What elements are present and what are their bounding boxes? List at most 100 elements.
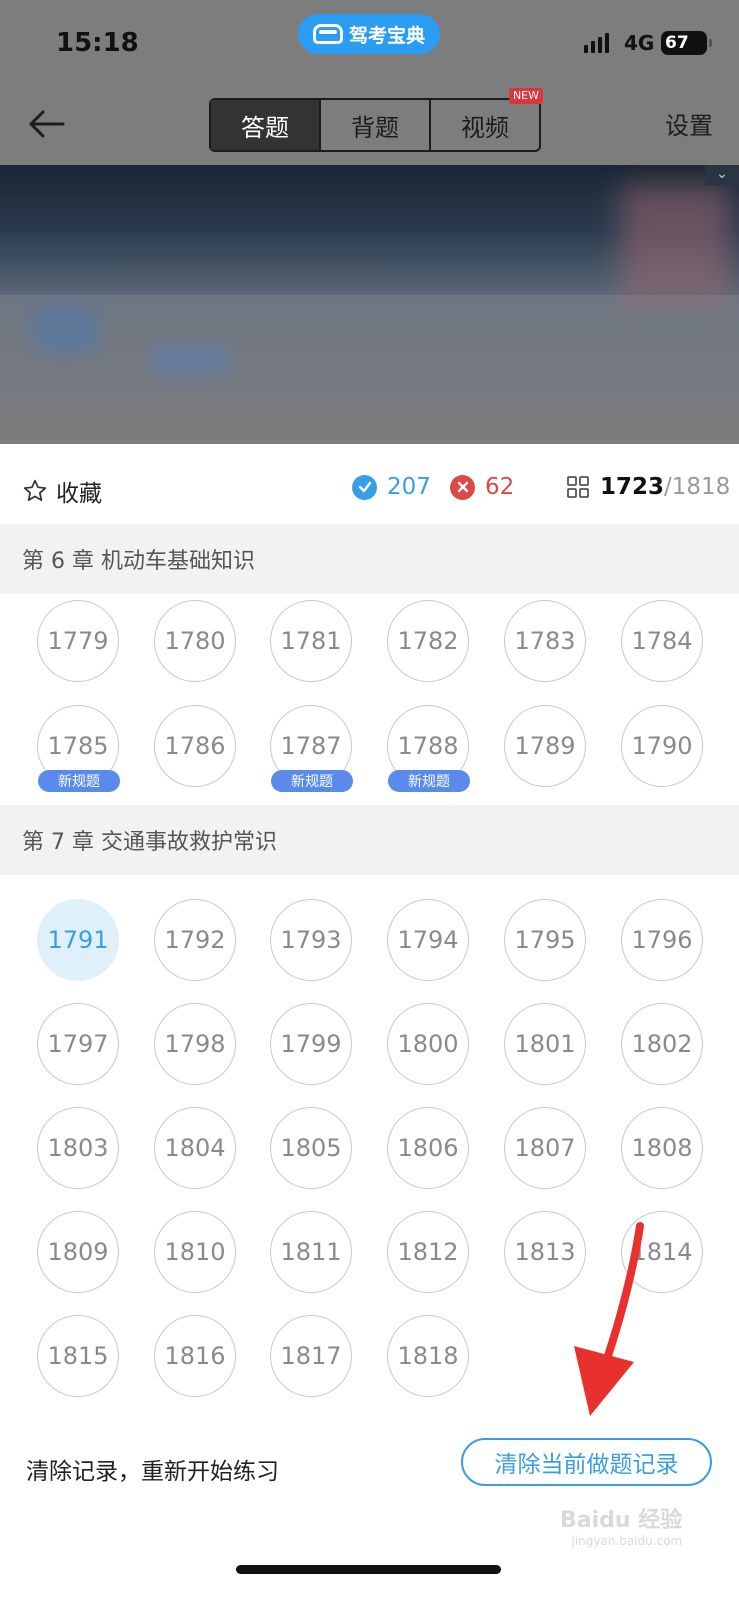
- battery-icon: 67: [661, 31, 712, 55]
- question-number-label: 1793: [280, 926, 342, 954]
- battery-level: 67: [665, 33, 689, 53]
- new-badge: NEW: [508, 88, 543, 104]
- grid-icon: [567, 476, 589, 498]
- settings-button[interactable]: 设置: [665, 106, 713, 141]
- question-number-1811[interactable]: 1811: [270, 1211, 352, 1293]
- watermark-brand: Baidu 经验: [560, 1508, 683, 1533]
- question-number-label: 1791: [47, 926, 109, 954]
- question-number-label: 1810: [164, 1238, 226, 1266]
- question-number-1781[interactable]: 1781: [270, 600, 352, 682]
- tab-memorize[interactable]: 背题: [321, 100, 431, 150]
- question-number-label: 1806: [397, 1134, 459, 1162]
- question-number-label: 1817: [280, 1342, 342, 1370]
- question-number-label: 1792: [164, 926, 226, 954]
- question-number-1792[interactable]: 1792: [154, 899, 236, 981]
- question-number-1790[interactable]: 1790: [621, 705, 703, 787]
- question-number-label: 1805: [280, 1134, 342, 1162]
- question-number-1793[interactable]: 1793: [270, 899, 352, 981]
- back-button[interactable]: [24, 102, 68, 146]
- question-number-label: 1812: [397, 1238, 459, 1266]
- favorite-button[interactable]: 收藏: [22, 474, 102, 508]
- favorite-label: 收藏: [56, 481, 102, 507]
- question-number-label: 1807: [514, 1134, 576, 1162]
- question-number-label: 1799: [280, 1030, 342, 1058]
- question-number-label: 1794: [397, 926, 459, 954]
- question-number-label: 1789: [514, 732, 576, 760]
- question-number-label: 1813: [514, 1238, 576, 1266]
- question-number-1779[interactable]: 1779: [37, 600, 119, 682]
- question-number-1794[interactable]: 1794: [387, 899, 469, 981]
- chevron-down-icon[interactable]: ⌄: [705, 165, 739, 185]
- question-number-1787[interactable]: 1787 新规题: [270, 705, 353, 792]
- new-rule-tag: 新规题: [388, 770, 470, 792]
- question-number-1782[interactable]: 1782: [387, 600, 469, 682]
- question-number-1791[interactable]: 1791: [37, 899, 119, 981]
- app-name: 驾考宝典: [348, 24, 425, 47]
- tab-label: 视频: [461, 113, 509, 142]
- blurred-question-area: ⌄: [0, 165, 739, 444]
- network-type: 4G: [624, 31, 655, 55]
- question-number-label: 1814: [631, 1238, 693, 1266]
- question-number-1780[interactable]: 1780: [154, 600, 236, 682]
- back-arrow-icon: [29, 110, 65, 138]
- wrong-count: 62: [485, 474, 515, 500]
- question-number-label: 1803: [47, 1134, 109, 1162]
- nav-bar: 答题 背题 视频 NEW 设置: [0, 88, 739, 164]
- question-number-1809[interactable]: 1809: [37, 1211, 119, 1293]
- mode-tabs: 答题 背题 视频 NEW: [209, 88, 543, 152]
- wrong-stat: 62: [450, 474, 514, 500]
- question-number-1803[interactable]: 1803: [37, 1107, 119, 1189]
- question-number-1786[interactable]: 1786: [154, 705, 236, 787]
- question-number-1805[interactable]: 1805: [270, 1107, 352, 1189]
- tab-answer[interactable]: 答题: [211, 100, 321, 150]
- tab-label: 背题: [351, 113, 399, 142]
- question-number-label: 1783: [514, 627, 576, 655]
- question-number-1798[interactable]: 1798: [154, 1003, 236, 1085]
- check-icon: [352, 474, 377, 500]
- question-number-1800[interactable]: 1800: [387, 1003, 469, 1085]
- question-number-1818[interactable]: 1818: [387, 1315, 469, 1397]
- question-number-1815[interactable]: 1815: [37, 1315, 119, 1397]
- question-number-1789[interactable]: 1789: [504, 705, 586, 787]
- home-indicator[interactable]: [236, 1565, 501, 1574]
- status-time: 15:18: [56, 28, 139, 58]
- new-rule-tag: 新规题: [38, 770, 120, 792]
- question-number-1814[interactable]: 1814: [621, 1211, 703, 1293]
- question-number-label: 1800: [397, 1030, 459, 1058]
- question-number-1801[interactable]: 1801: [504, 1003, 586, 1085]
- question-number-1795[interactable]: 1795: [504, 899, 586, 981]
- chapter-header: 第 6 章 机动车基础知识: [0, 524, 739, 594]
- question-number-1799[interactable]: 1799: [270, 1003, 352, 1085]
- question-number-1806[interactable]: 1806: [387, 1107, 469, 1189]
- question-number-1796[interactable]: 1796: [621, 899, 703, 981]
- question-number-1816[interactable]: 1816: [154, 1315, 236, 1397]
- tab-video[interactable]: 视频 NEW: [431, 88, 543, 150]
- status-bar: 15:18 驾考宝典 4G 67: [0, 0, 739, 88]
- question-number-1783[interactable]: 1783: [504, 600, 586, 682]
- question-number-1797[interactable]: 1797: [37, 1003, 119, 1085]
- question-number-label: 1796: [631, 926, 693, 954]
- clear-record-button[interactable]: 清除当前做题记录: [461, 1438, 712, 1486]
- question-number-1810[interactable]: 1810: [154, 1211, 236, 1293]
- question-number-label: 1808: [631, 1134, 693, 1162]
- question-number-1802[interactable]: 1802: [621, 1003, 703, 1085]
- question-number-1788[interactable]: 1788 新规题: [387, 705, 470, 792]
- question-number-1813[interactable]: 1813: [504, 1211, 586, 1293]
- footer: 清除记录，重新开始练习 清除当前做题记录: [0, 1438, 739, 1498]
- question-number-label: 1798: [164, 1030, 226, 1058]
- question-number-1785[interactable]: 1785 新规题: [37, 705, 120, 792]
- question-number-label: 1787: [280, 732, 342, 760]
- question-number-1784[interactable]: 1784: [621, 600, 703, 682]
- question-number-1812[interactable]: 1812: [387, 1211, 469, 1293]
- question-number-1817[interactable]: 1817: [270, 1315, 352, 1397]
- question-number-1807[interactable]: 1807: [504, 1107, 586, 1189]
- question-number-label: 1801: [514, 1030, 576, 1058]
- cross-icon: [450, 474, 475, 500]
- question-number-label: 1784: [631, 627, 693, 655]
- correct-stat: 207: [352, 474, 431, 500]
- question-number-label: 1818: [397, 1342, 459, 1370]
- app-indicator-pill: 驾考宝典: [298, 14, 440, 54]
- question-number-1808[interactable]: 1808: [621, 1107, 703, 1189]
- question-number-label: 1815: [47, 1342, 109, 1370]
- question-number-1804[interactable]: 1804: [154, 1107, 236, 1189]
